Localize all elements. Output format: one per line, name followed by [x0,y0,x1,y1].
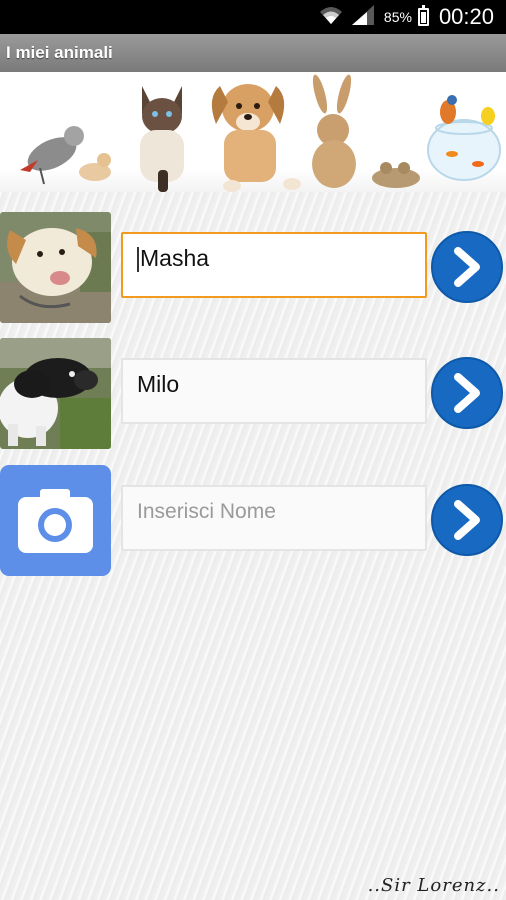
cat-illustration [140,86,184,192]
camera-icon [0,465,111,576]
signal-icon [350,4,376,31]
text-cursor [137,247,139,273]
parrot-illustration [20,126,84,185]
status-bar: 85% 00:20 [0,0,506,34]
pet-row: Milo [0,338,506,450]
pet-row: Masha [0,212,506,324]
pet-name-value: Masha [140,245,210,271]
pet-photo[interactable] [0,212,111,323]
app-bar: I miei animali [0,34,506,72]
pet-photo[interactable] [0,338,111,449]
add-photo-button[interactable] [0,465,111,576]
open-pet-button[interactable] [431,231,503,303]
signature: ..Sir Lorenz.. [367,875,500,896]
new-pet-name-input[interactable]: Inserisci Nome [121,485,427,551]
pet-list: Masha Milo Inserisci Nome ..Sir Lorenz.. [0,192,506,900]
animals-banner-image [0,72,506,192]
wifi-icon [318,4,344,31]
chevron-right-icon [454,247,480,287]
add-pet-button[interactable] [431,484,503,556]
fishbowl-illustration [427,95,501,181]
chevron-right-icon [454,373,480,413]
new-pet-row: Inserisci Nome [0,465,506,577]
battery-percent: 85% [383,9,412,25]
puppy-illustration [211,84,301,192]
open-pet-button[interactable] [431,357,503,429]
app-title: I miei animali [6,43,113,62]
pet-name-value: Milo [137,371,180,397]
battery-icon [417,5,429,26]
frog-illustration [372,162,420,188]
pet-name-input[interactable]: Milo [121,358,427,424]
new-pet-name-placeholder: Inserisci Nome [137,500,276,523]
rabbit-illustration [312,74,356,188]
clock: 00:20 [438,4,494,29]
pet-name-input[interactable]: Masha [121,232,427,298]
chevron-right-icon [454,500,480,540]
